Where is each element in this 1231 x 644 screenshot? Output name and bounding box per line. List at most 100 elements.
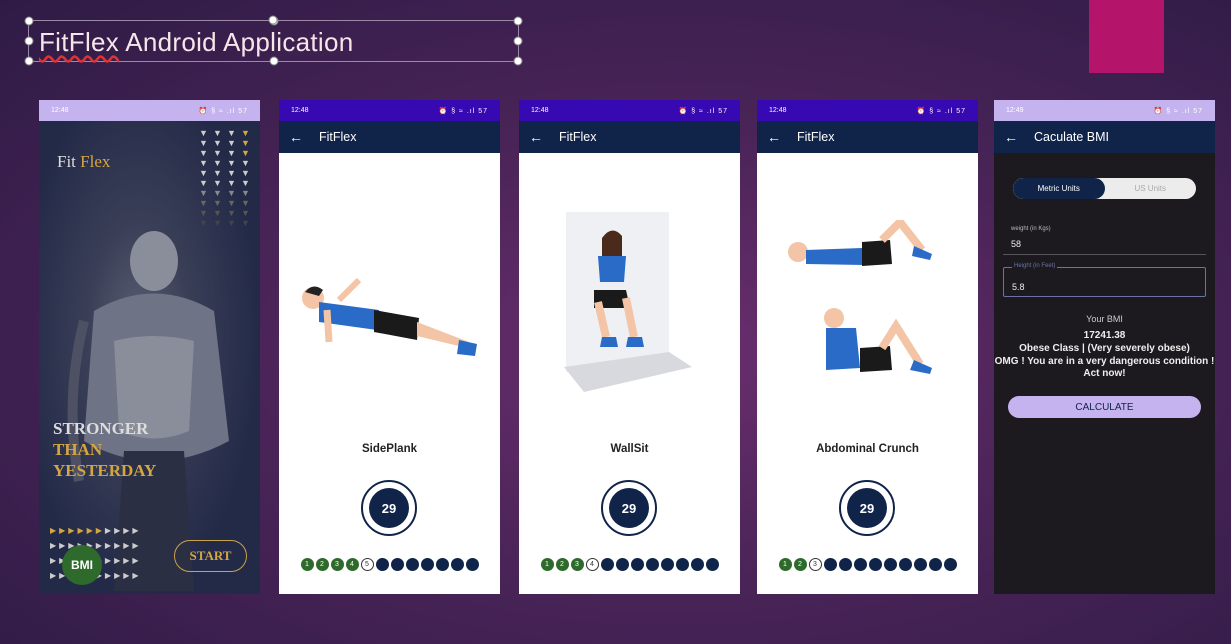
rotate-handle[interactable] xyxy=(268,15,278,25)
resize-handle[interactable] xyxy=(513,16,523,26)
progress-dot xyxy=(883,558,897,571)
resize-handle[interactable] xyxy=(24,36,34,46)
exercise-name: SidePlank xyxy=(362,443,417,455)
progress-dot: 2 xyxy=(793,558,807,571)
progress-dot: 1 xyxy=(778,558,792,571)
status-bar: 12:48 ⏰ § ≈ .ıl 57 xyxy=(519,100,740,121)
brand-flex: Flex xyxy=(80,152,111,171)
progress-dots: 12345 xyxy=(279,558,500,571)
brand-logo: Fit Flex xyxy=(57,152,110,172)
progress-dot: 4 xyxy=(585,558,599,571)
progress-dot: 3 xyxy=(330,558,344,571)
resize-handle[interactable] xyxy=(513,36,523,46)
bmi-result-warning: OMG ! You are in a very dangerous condit… xyxy=(994,356,1215,379)
slide-title[interactable]: FitFlex Android Application xyxy=(39,27,354,58)
bmi-button[interactable]: BMI xyxy=(62,545,102,585)
status-icons: ⏰ § ≈ .ıl 57 xyxy=(916,107,966,115)
app-bar-title: Caculate BMI xyxy=(1034,130,1110,144)
progress-dot xyxy=(390,558,404,571)
arrow-left-icon[interactable]: ← xyxy=(1004,129,1034,145)
progress-dot xyxy=(660,558,674,571)
weight-label: weight (in Kgs) xyxy=(1011,226,1051,232)
splash-screen: 12:48 ⏰ § ≈ .ıl 57 Fit Flex ▼ ▼ ▼ ▼ ▼ ▼ ▼ ▼ ▼ ▼… xyxy=(39,100,260,594)
wallsit-illustration xyxy=(564,212,692,392)
app-bar-title: FitFlex xyxy=(797,130,835,144)
exercise-screen-sideplank: 12:48 ⏰ § ≈ .ıl 57 ← FitFlex SidePlank 2… xyxy=(279,100,500,594)
title-word: FitFlex xyxy=(39,27,120,57)
app-bar: ← FitFlex xyxy=(279,121,500,153)
timer: 29 xyxy=(361,480,417,536)
progress-dot xyxy=(675,558,689,571)
exercise-name: Abdominal Crunch xyxy=(816,443,919,455)
weight-value: 58 xyxy=(1011,239,1022,249)
progress-dot: 4 xyxy=(345,558,359,571)
status-time: 12:48 xyxy=(769,107,787,114)
progress-dot xyxy=(645,558,659,571)
slogan-line-2: THAN xyxy=(53,440,103,459)
progress-dot: 1 xyxy=(540,558,554,571)
exercise-screen-crunch: 12:48 ⏰ § ≈ .ıl 57 ← FitFlex Abdominal C… xyxy=(757,100,978,594)
exercise-name: WallSit xyxy=(610,443,649,455)
app-bar-title: FitFlex xyxy=(319,130,357,144)
resize-handle[interactable] xyxy=(513,56,523,66)
resize-handle[interactable] xyxy=(24,56,34,66)
arrow-left-icon[interactable]: ← xyxy=(289,129,319,145)
progress-dot xyxy=(943,558,957,571)
progress-dot xyxy=(705,558,719,571)
resize-handle[interactable] xyxy=(24,16,34,26)
status-icons: ⏰ § ≈ .ıl 57 xyxy=(1153,107,1203,115)
exercise-screen-wallsit: 12:48 ⏰ § ≈ .ıl 57 ← FitFlex WallSit 29 … xyxy=(519,100,740,594)
height-field[interactable]: Height (in Feet) 5.8 xyxy=(1003,263,1206,297)
title-rest: Android Application xyxy=(119,27,354,57)
timer-value: 29 xyxy=(369,488,409,528)
progress-dot xyxy=(600,558,614,571)
timer: 29 xyxy=(601,480,657,536)
arrow-left-icon[interactable]: ← xyxy=(529,129,559,145)
progress-dot: 3 xyxy=(570,558,584,571)
bmi-screen: 12:49 ⏰ § ≈ .ıl 57 ← Caculate BMI Metric… xyxy=(994,100,1215,594)
status-bar: 12:48 ⏰ § ≈ .ıl 57 xyxy=(39,100,260,121)
progress-dot xyxy=(405,558,419,571)
progress-dot: 2 xyxy=(315,558,329,571)
tab-metric-units[interactable]: Metric Units xyxy=(1013,178,1105,199)
slogan: STRONGER THAN YESTERDAY xyxy=(53,418,156,481)
progress-dot xyxy=(853,558,867,571)
bmi-result-label: Your BMI xyxy=(1086,314,1123,324)
progress-dot xyxy=(898,558,912,571)
progress-dot xyxy=(450,558,464,571)
progress-dot xyxy=(420,558,434,571)
status-icons: ⏰ § ≈ .ıl 57 xyxy=(678,107,728,115)
progress-dot xyxy=(823,558,837,571)
app-bar: ← FitFlex xyxy=(519,121,740,153)
calculate-button[interactable]: CALCULATE xyxy=(1008,396,1201,418)
status-bar: 12:48 ⏰ § ≈ .ıl 57 xyxy=(757,100,978,121)
timer-value: 29 xyxy=(847,488,887,528)
weight-field[interactable]: weight (in Kgs) 58 xyxy=(1003,225,1206,255)
status-time: 12:48 xyxy=(51,107,69,114)
status-time: 12:48 xyxy=(531,107,549,114)
tab-us-units[interactable]: US Units xyxy=(1105,178,1197,199)
progress-dot xyxy=(928,558,942,571)
progress-dot xyxy=(435,558,449,571)
slogan-line-1: STRONGER xyxy=(53,419,149,438)
progress-dot xyxy=(838,558,852,571)
timer-value: 29 xyxy=(609,488,649,528)
progress-dot xyxy=(375,558,389,571)
status-icons: ⏰ § ≈ .ıl 57 xyxy=(198,107,248,115)
units-toggle: Metric Units US Units xyxy=(1013,178,1196,199)
brand-fit: Fit xyxy=(57,152,76,171)
start-button[interactable]: START xyxy=(174,540,247,572)
app-bar-title: FitFlex xyxy=(559,130,597,144)
progress-dot xyxy=(868,558,882,571)
arrow-left-icon[interactable]: ← xyxy=(767,129,797,145)
status-bar: 12:49 ⏰ § ≈ .ıl 57 xyxy=(994,100,1215,121)
decorative-rectangle xyxy=(1089,0,1164,73)
bmi-result-class: Obese Class | (Very severely obese) xyxy=(1019,343,1190,354)
height-value: 5.8 xyxy=(1012,282,1025,292)
progress-dot xyxy=(615,558,629,571)
status-time: 12:48 xyxy=(291,107,309,114)
crunch-illustration xyxy=(788,220,932,374)
app-bar: ← Caculate BMI xyxy=(994,121,1215,153)
slogan-line-3: YESTERDAY xyxy=(53,461,157,480)
status-time: 12:49 xyxy=(1006,107,1024,114)
